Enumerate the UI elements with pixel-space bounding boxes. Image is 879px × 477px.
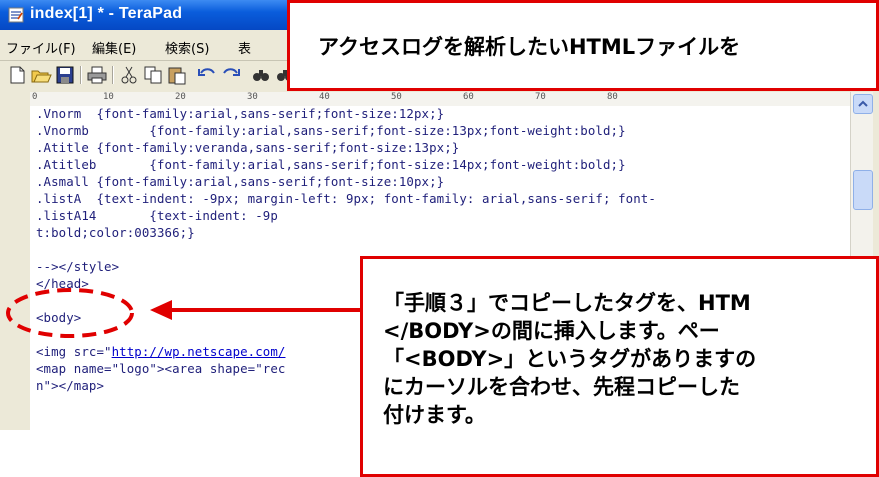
callout-top-text: アクセスログを解析したいHTMLファイルを (318, 35, 741, 59)
callout-bottom: 「手順３」でコピーしたタグを、HTM </BODY>の間に挿入します。ペー 「<… (360, 256, 879, 477)
callout-bottom-text: 「手順３」でコピーしたタグを、HTM </BODY>の間に挿入します。ペー 「<… (383, 291, 757, 427)
callout-top: アクセスログを解析したいHTMLファイルを (287, 0, 879, 91)
body-tag-highlight (6, 288, 134, 338)
arrow-head (150, 300, 172, 320)
